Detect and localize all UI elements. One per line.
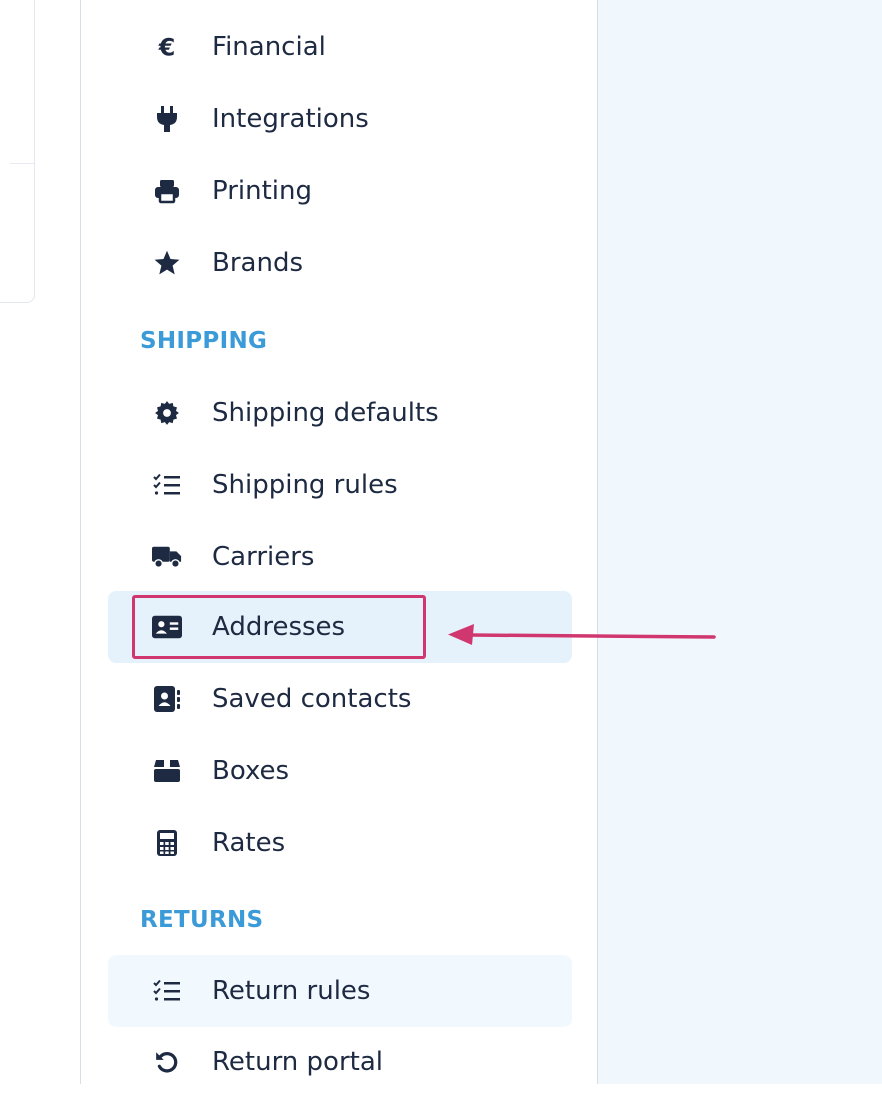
euro-icon: € xyxy=(152,32,182,62)
sidebar-item-integrations[interactable]: Integrations xyxy=(108,83,572,155)
left-card xyxy=(0,0,35,303)
sidebar-item-financial[interactable]: € Financial xyxy=(108,11,572,83)
svg-text:€: € xyxy=(158,34,176,60)
checklist-icon xyxy=(152,976,182,1006)
gear-icon xyxy=(152,398,182,428)
contact-book-icon xyxy=(152,684,182,714)
content-panel xyxy=(598,0,882,1084)
sidebar-item-carriers[interactable]: Carriers xyxy=(108,521,572,593)
calculator-icon xyxy=(152,828,182,858)
section-heading-returns: RETURNS xyxy=(140,907,264,933)
sidebar-item-label: Integrations xyxy=(212,104,369,134)
truck-icon xyxy=(152,542,182,572)
sidebar-item-shipping-rules[interactable]: Shipping rules xyxy=(108,449,572,521)
printer-icon xyxy=(152,176,182,206)
sidebar-item-label: Shipping rules xyxy=(212,470,398,500)
sidebar-item-label: Financial xyxy=(212,32,326,62)
sidebar-item-brands[interactable]: Brands xyxy=(108,227,572,299)
sidebar-item-rates[interactable]: Rates xyxy=(108,807,572,879)
left-panel xyxy=(0,0,80,1084)
sidebar-item-label: Addresses xyxy=(212,612,346,642)
sidebar-item-label: Brands xyxy=(212,248,303,278)
sidebar-item-printing[interactable]: Printing xyxy=(108,155,572,227)
sidebar-item-label: Return rules xyxy=(212,976,371,1006)
sidebar-item-label: Boxes xyxy=(212,756,290,786)
sidebar-item-shipping-defaults[interactable]: Shipping defaults xyxy=(108,377,572,449)
sidebar-item-return-rules[interactable]: Return rules xyxy=(108,955,572,1027)
sidebar-item-label: Rates xyxy=(212,828,286,858)
sidebar-item-saved-contacts[interactable]: Saved contacts xyxy=(108,663,572,735)
address-card-icon xyxy=(152,612,182,642)
star-icon xyxy=(152,248,182,278)
left-card-divider xyxy=(10,163,34,164)
sidebar-item-label: Return portal xyxy=(212,1047,383,1077)
sidebar-item-label: Carriers xyxy=(212,542,315,572)
plug-icon xyxy=(152,104,182,134)
section-heading-shipping: SHIPPING xyxy=(140,328,268,354)
checklist-icon xyxy=(152,470,182,500)
sidebar-item-boxes[interactable]: Boxes xyxy=(108,735,572,807)
sidebar-item-label: Saved contacts xyxy=(212,684,412,714)
sidebar-item-return-portal[interactable]: Return portal xyxy=(108,1026,572,1098)
annotation-arrow xyxy=(448,624,716,645)
sidebar-item-label: Shipping defaults xyxy=(212,398,439,428)
undo-icon xyxy=(152,1047,182,1077)
box-icon xyxy=(152,756,182,786)
sidebar-item-label: Printing xyxy=(212,176,313,206)
